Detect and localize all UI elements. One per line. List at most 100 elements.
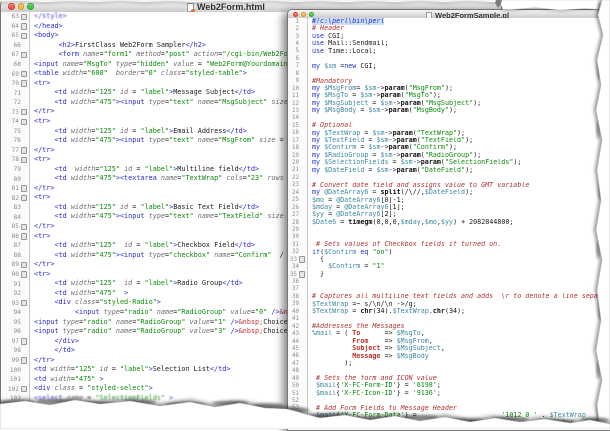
code-text[interactable] <box>308 286 610 293</box>
code-line[interactable]: 39$TextWrap =~ s/\n/\n ->/g; <box>288 301 610 308</box>
line-number[interactable]: 27 <box>288 212 299 218</box>
line-number[interactable]: 96 <box>1 328 21 335</box>
code-line[interactable]: 7my $sm =new CGI; <box>288 63 610 70</box>
gutter[interactable]: 70 <box>1 79 30 89</box>
code-text[interactable]: my $MsgSubject = $sm->param("MsgSubject"… <box>308 100 610 107</box>
gutter[interactable]: 83 <box>1 203 30 213</box>
line-number[interactable]: 84 <box>1 214 21 221</box>
code-text[interactable]: # Convert date field and assigns value t… <box>308 182 610 189</box>
code-line[interactable]: 47 ); <box>288 360 610 367</box>
gutter[interactable]: 63 <box>1 12 30 22</box>
gutter[interactable]: 10 <box>288 85 308 92</box>
fold-marker-icon[interactable] <box>21 147 28 154</box>
gutter[interactable]: 13 <box>288 107 308 114</box>
gutter[interactable]: 30 <box>288 234 308 241</box>
line-number[interactable]: 99 <box>1 357 19 364</box>
gutter[interactable]: 29 <box>288 226 308 233</box>
line-number[interactable]: 45 <box>288 346 299 352</box>
line-number[interactable]: 1 <box>288 19 299 25</box>
line-number[interactable]: 42 <box>288 324 299 330</box>
line-number[interactable]: 34 <box>288 264 299 270</box>
line-number[interactable]: 5 <box>288 48 299 54</box>
line-number[interactable]: 54 <box>288 413 299 419</box>
code-text[interactable]: # Add Form Fields to Message Header <box>308 405 610 412</box>
line-number[interactable]: 14 <box>288 115 299 121</box>
gutter[interactable]: 96 <box>1 327 30 337</box>
line-number[interactable]: 31 <box>288 242 299 248</box>
line-number[interactable]: 52 <box>288 398 299 404</box>
gutter[interactable]: 65 <box>1 31 30 41</box>
code-line[interactable]: 50 $mail{'X-FC-Form-ID'} = '6198'; <box>288 382 610 389</box>
gutter[interactable]: 51 <box>288 390 308 397</box>
minimize-button-icon[interactable] <box>18 3 25 10</box>
code-line[interactable]: 41 <box>288 316 610 323</box>
code-line[interactable]: 25$mo = @DateArray6[0]-1; <box>288 197 610 204</box>
line-number[interactable]: 70 <box>1 80 19 87</box>
code-line[interactable]: 55 "\n" . "X-FC-FORM-Data:" . '1002 0 ' … <box>288 420 610 427</box>
line-number[interactable]: 76 <box>1 137 21 144</box>
gutter[interactable]: 2 <box>288 25 308 32</box>
gutter[interactable]: 40 <box>288 308 308 315</box>
fold-marker-icon[interactable] <box>21 224 28 231</box>
gutter[interactable]: 23 <box>288 182 308 189</box>
code-text[interactable] <box>308 234 610 241</box>
line-number[interactable]: 86 <box>1 233 19 240</box>
gutter[interactable]: 97 <box>1 337 30 347</box>
line-number[interactable]: 44 <box>288 339 299 345</box>
code-text[interactable]: $TextWrap =~ s/\n/\n ->/g; <box>308 301 610 308</box>
gutter[interactable]: 5 <box>288 48 308 55</box>
code-text[interactable]: ); <box>308 360 610 367</box>
gutter[interactable]: 100 <box>1 365 30 375</box>
code-line[interactable]: 22 <box>288 174 610 181</box>
line-number[interactable]: 9 <box>288 78 299 84</box>
gutter[interactable]: 89 <box>1 260 30 270</box>
code-line[interactable]: 49 # Sets the form and ICON value <box>288 375 610 382</box>
code-line[interactable]: 28$Date6 = timegm(0,0,0,$mday,$mo,$yy) +… <box>288 219 610 226</box>
code-text[interactable]: Message => $MsgBody <box>308 353 610 360</box>
fold-marker-icon[interactable] <box>21 271 28 278</box>
code-text[interactable]: #Mandatory <box>308 78 610 85</box>
gutter[interactable]: 66 <box>1 41 30 51</box>
code-text[interactable]: { <box>308 256 610 263</box>
line-number[interactable]: 10 <box>288 86 299 92</box>
fold-marker-icon[interactable] <box>21 14 28 21</box>
line-number[interactable]: 13 <box>288 108 299 114</box>
fold-marker-icon[interactable] <box>21 119 28 126</box>
line-number[interactable]: 72 <box>1 99 21 106</box>
code-text[interactable]: "\n" . "X-FC-FORM-Data:" . '1002 0 ' . $… <box>308 420 610 427</box>
line-number[interactable]: 78 <box>1 156 19 163</box>
line-number[interactable]: 4 <box>288 41 299 47</box>
code-line[interactable]: 45 Subject => $MsgSubject, <box>288 345 610 352</box>
code-text[interactable]: my $MsgFrom= $sm->param("MsgFrom"); <box>308 85 610 92</box>
line-number[interactable]: 85 <box>1 223 19 230</box>
code-text[interactable]: my $MsgTo = $sm->param("MsgTo"); <box>308 92 610 99</box>
gutter[interactable]: 36 <box>288 278 308 285</box>
gutter[interactable]: 87 <box>1 241 30 251</box>
gutter[interactable]: 9 <box>288 78 308 85</box>
code-text[interactable]: $TextWrap = chr(34).$TextWrap.chr(34); <box>308 308 610 315</box>
code-text[interactable]: my $Confirm = $sm->param("Confirm"); <box>308 144 610 151</box>
fold-marker-icon[interactable] <box>299 256 306 263</box>
code-text[interactable]: my $RadioGroup = $sm->param("RadioGroup"… <box>308 152 610 159</box>
code-line[interactable]: 21my $DateField = $sm->param("DateField"… <box>288 167 610 174</box>
code-line[interactable]: 54 $mail{'X-FC-Form-Data'} = '1012 0 ' .… <box>288 412 610 419</box>
gutter[interactable]: 16 <box>288 130 308 137</box>
line-number[interactable]: 43 <box>288 331 299 337</box>
line-number[interactable]: 7 <box>288 63 299 69</box>
code-text[interactable]: $yy = @DateArray6[2]; <box>308 211 610 218</box>
gutter[interactable]: 46 <box>288 353 308 360</box>
gutter[interactable]: 45 <box>288 345 308 352</box>
code-line[interactable]: 34 $Confirm = "1" <box>288 263 610 270</box>
code-text[interactable]: $mail{'X-FC-Icon-ID'} = '9136'; <box>308 390 610 397</box>
close-button-icon[interactable] <box>8 3 15 10</box>
line-number[interactable]: 95 <box>1 319 21 326</box>
line-number[interactable]: 88 <box>1 252 21 259</box>
gutter[interactable]: 86 <box>1 232 30 242</box>
code-line[interactable]: 13my $MsgBody = $sm->param("MsgBody"); <box>288 107 610 114</box>
zoom-button-icon[interactable] <box>309 12 314 17</box>
code-text[interactable] <box>308 278 610 285</box>
code-line[interactable]: 37 <box>288 286 610 293</box>
gutter[interactable]: 69 <box>1 69 30 79</box>
code-text[interactable]: my $DateField = $sm->param("DateField"); <box>308 167 610 174</box>
gutter[interactable]: 82 <box>1 193 30 203</box>
